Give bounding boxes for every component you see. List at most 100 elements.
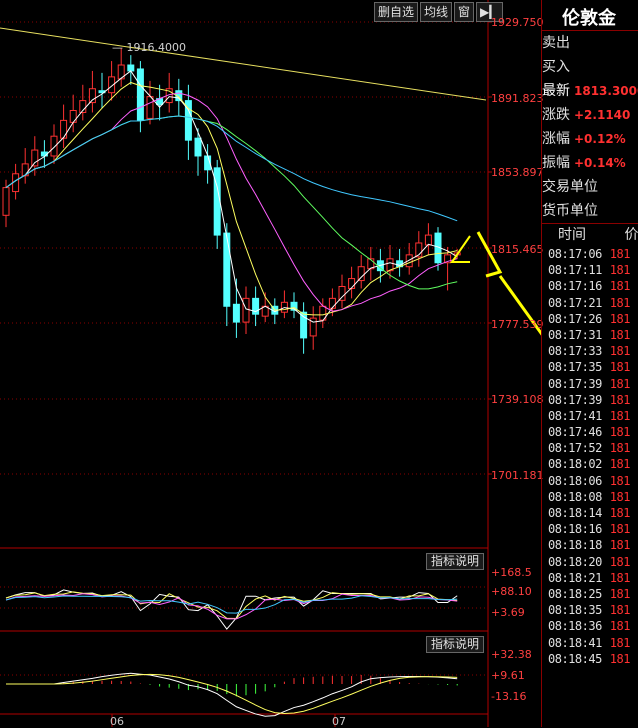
tick-price: 181 — [609, 603, 631, 618]
chart-toolbar: 删自选 均线 窗 ▶▎ — [374, 2, 503, 22]
tick-time: 08:18:06 — [548, 473, 602, 488]
price-column-header: 价 — [624, 227, 638, 243]
tick-price: 181 — [609, 344, 631, 359]
quote-row: 买入 — [542, 55, 638, 79]
candle-body — [213, 167, 221, 236]
quote-row: 货币单位 — [542, 199, 638, 223]
price-tick-label: 1891.823 — [491, 92, 544, 105]
candle-body — [69, 109, 77, 123]
kline-chart[interactable] — [0, 0, 541, 727]
date-tick-label: 07 — [332, 715, 346, 728]
quote-panel: 伦敦金 卖出买入最新 1813.3000 涨跌 +2.1140 涨幅 +0.12% 振幅 +0… — [541, 0, 638, 727]
tick-row[interactable]: 08:17:46 181 — [542, 424, 638, 440]
quote-row: 交易单位 — [542, 175, 638, 199]
tick-row[interactable]: 08:18:21 181 — [542, 570, 638, 586]
tick-time: 08:18:08 — [548, 489, 602, 504]
tick-row[interactable]: 08:18:02 181 — [542, 456, 638, 472]
tick-price: 181 — [609, 635, 631, 650]
tick-price: 181 — [609, 311, 631, 326]
candle-body — [127, 64, 135, 72]
tick-row[interactable]: 08:18:36 181 — [542, 618, 638, 634]
candle-body — [146, 96, 154, 119]
tick-price: 181 — [609, 570, 631, 585]
candle-body — [424, 234, 432, 246]
ind1-tick-label: +3.69 — [491, 606, 525, 619]
candle-body — [242, 297, 250, 323]
tick-price: 181 — [609, 408, 631, 423]
tick-row[interactable]: 08:18:18 181 — [542, 537, 638, 553]
candle-body — [300, 311, 308, 339]
tick-time: 08:17:21 — [548, 295, 602, 310]
tick-price: 181 — [609, 279, 631, 294]
remove-favorite-button[interactable]: 删自选 — [374, 2, 419, 22]
ticks-header: 时间 价 — [542, 224, 638, 246]
tick-price: 181 — [609, 425, 631, 440]
tick-time: 08:18:18 — [548, 538, 602, 553]
tick-row[interactable]: 08:17:33 181 — [542, 343, 638, 359]
tick-time: 08:18:25 — [548, 586, 602, 601]
tick-time: 08:18:16 — [548, 522, 602, 537]
price-tick-label: 1739.108 — [491, 393, 544, 406]
tick-row[interactable]: 08:18:08 181 — [542, 489, 638, 505]
tick-row[interactable]: 08:18:20 181 — [542, 554, 638, 570]
time-column-header: 时间 — [558, 227, 586, 243]
tick-price: 181 — [609, 360, 631, 375]
quote-value: +0.14% — [574, 156, 626, 170]
candle-body — [136, 68, 144, 121]
quote-row: 涨幅 +0.12% — [542, 127, 638, 151]
price-tick-label: 1701.181 — [491, 469, 544, 482]
ind2-tick-label: +32.38 — [491, 648, 532, 661]
indicator-info-button[interactable]: 指标说明 — [426, 636, 485, 653]
tick-time: 08:18:21 — [548, 570, 602, 585]
tick-row[interactable]: 08:18:45 181 — [542, 651, 638, 667]
tick-row[interactable]: 08:17:26 181 — [542, 311, 638, 327]
tick-row[interactable]: 08:17:11 181 — [542, 262, 638, 278]
tick-price: 181 — [609, 554, 631, 569]
tick-price: 181 — [609, 263, 631, 278]
tick-price: 181 — [609, 619, 631, 634]
candle-body — [223, 232, 231, 307]
quote-value: +2.1140 — [574, 108, 631, 122]
quote-label: 涨跌 — [542, 107, 570, 123]
tick-row[interactable]: 08:17:39 181 — [542, 376, 638, 392]
tick-row[interactable]: 08:17:16 181 — [542, 278, 638, 294]
tick-row[interactable]: 08:18:14 181 — [542, 505, 638, 521]
tick-row[interactable]: 08:17:31 181 — [542, 327, 638, 343]
tick-row[interactable]: 08:18:25 181 — [542, 586, 638, 602]
candle-body — [50, 135, 58, 157]
candle-body — [232, 303, 240, 323]
tick-time: 08:18:14 — [548, 506, 602, 520]
tick-price: 181 — [609, 586, 631, 601]
tick-price: 181 — [609, 295, 631, 310]
tick-row[interactable]: 08:17:35 181 — [542, 359, 638, 375]
quote-label: 最新 — [542, 83, 570, 99]
tick-row[interactable]: 08:17:21 181 — [542, 295, 638, 311]
tick-row[interactable]: 08:17:06 181 — [542, 246, 638, 262]
tick-row[interactable]: 08:18:06 181 — [542, 473, 638, 489]
date-tick-label: 06 — [110, 715, 124, 728]
tick-row[interactable]: 08:17:52 181 — [542, 440, 638, 456]
tick-row[interactable]: 08:17:41 181 — [542, 408, 638, 424]
price-tick-label: 1929.750 — [491, 16, 544, 29]
tick-row[interactable]: 08:18:16 181 — [542, 521, 638, 537]
tick-price: 181 — [609, 457, 631, 472]
tick-time: 08:17:35 — [548, 360, 602, 375]
tick-time: 08:18:35 — [548, 603, 602, 618]
tick-row[interactable]: 08:18:35 181 — [542, 602, 638, 618]
moving-average-button[interactable]: 均线 — [420, 2, 453, 22]
macd-dea-line — [6, 673, 458, 715]
quote-label: 涨幅 — [542, 131, 570, 147]
tick-price: 181 — [609, 506, 631, 520]
tick-time: 08:17:11 — [548, 263, 602, 278]
indicator-info-button[interactable]: 指标说明 — [426, 553, 485, 570]
tick-price: 181 — [609, 473, 631, 488]
candle-body — [60, 119, 68, 139]
window-button[interactable]: 窗 — [454, 2, 475, 22]
tick-price: 181 — [609, 392, 631, 407]
tick-time: 08:18:41 — [548, 635, 602, 650]
tick-time: 08:17:26 — [548, 311, 602, 326]
tick-row[interactable]: 08:18:41 181 — [542, 635, 638, 651]
tick-price: 181 — [609, 376, 631, 391]
tick-time: 08:18:02 — [548, 457, 602, 472]
tick-row[interactable]: 08:17:39 181 — [542, 392, 638, 408]
